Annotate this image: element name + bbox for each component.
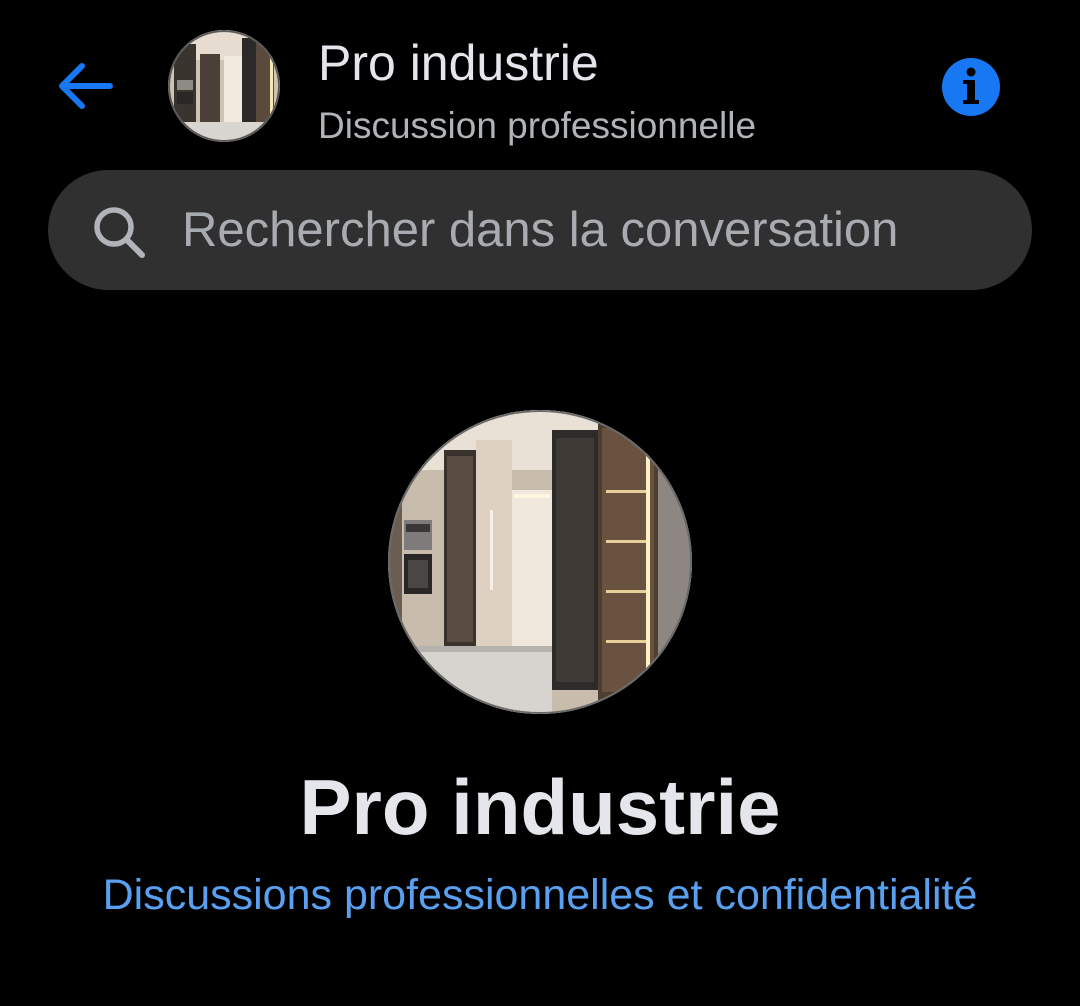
arrow-left-icon [54,62,114,110]
back-button[interactable] [48,52,120,120]
search-icon [90,203,148,261]
info-button[interactable] [940,56,1002,118]
profile-name: Pro industrie [299,763,781,851]
header-title[interactable]: Pro industrie [318,34,599,92]
search-input[interactable]: Rechercher dans la conversation [48,170,1032,290]
header-subtitle: Discussion professionnelle [318,105,757,146]
search-placeholder: Rechercher dans la conversation [182,203,899,257]
profile-avatar[interactable] [388,410,692,714]
info-icon [940,56,1002,118]
privacy-link[interactable]: Discussions professionnelles et confiden… [0,868,1080,922]
conversation-header: Pro industrie Discussion professionnelle [0,0,1080,160]
header-avatar[interactable] [168,30,280,142]
